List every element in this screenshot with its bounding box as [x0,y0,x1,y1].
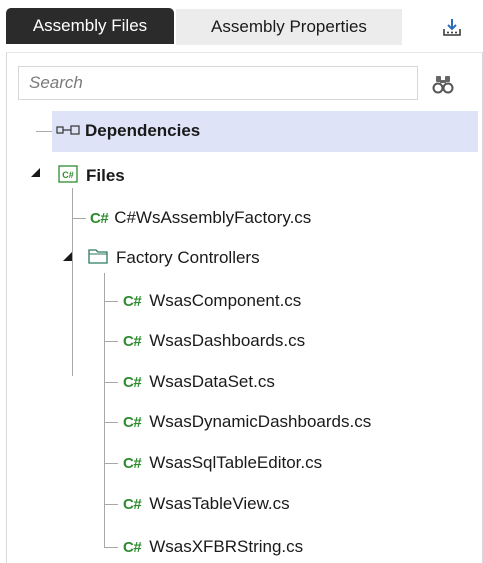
dependency-link-icon [56,121,80,141]
csharp-file-icon: C# [123,495,142,513]
tree-connector [104,504,118,505]
tree-item-label: WsasDynamicDashboards.cs [149,412,372,431]
tree-connector [104,301,118,302]
tree-item-label: C#WsAssemblyFactory.cs [114,208,312,227]
tree-item-label: WsasSqlTableEditor.cs [149,453,323,472]
tree-item-label: WsasComponent.cs [149,291,302,310]
tree-connector [104,273,105,548]
download-tray-icon[interactable] [437,13,467,41]
csharp-file-icon: C# [123,292,142,310]
tab-assembly-properties[interactable]: Assembly Properties [176,9,402,45]
tree-connector [36,131,52,132]
tree-item-file[interactable]: C# C#WsAssemblyFactory.cs [90,206,311,230]
file-tree: Dependencies C# Files C# C#WsAssemblyFac… [16,108,478,559]
tree-item-folder-factory-controllers[interactable]: Factory Controllers [88,246,260,270]
tree-item-files[interactable]: C# Files [58,164,125,188]
binoculars-icon[interactable] [428,70,458,98]
folder-icon [88,247,108,270]
expand-arrow-icon[interactable] [63,252,72,261]
tree-item-file[interactable]: C# WsasTableView.cs [123,492,290,516]
tree-item-label: WsasDataSet.cs [149,372,275,391]
tree-item-file[interactable]: C# WsasDynamicDashboards.cs [123,410,371,434]
tree-connector [104,463,118,464]
svg-text:C#: C# [62,170,74,180]
tree-item-label: WsasTableView.cs [149,494,290,513]
csharp-file-icon: C# [123,538,142,556]
tree-connector [104,341,118,342]
tree-item-label: Dependencies [85,121,201,140]
tab-label: Assembly Properties [211,17,367,36]
csharp-file-icon: C# [90,209,109,227]
search-input[interactable] [18,66,418,100]
csharp-file-icon: C# [123,373,142,391]
csharp-file-icon: C# [123,332,142,350]
expand-arrow-icon[interactable] [31,168,40,177]
csharp-project-icon: C# [58,164,78,188]
tree-connector [104,547,118,548]
tab-assembly-files[interactable]: Assembly Files [6,8,174,44]
tree-connector [72,188,73,376]
tree-item-label: Files [86,166,125,185]
tree-item-file[interactable]: C# WsasXFBRString.cs [123,535,303,559]
tree-item-dependencies[interactable]: Dependencies [56,119,200,143]
tree-item-file[interactable]: C# WsasComponent.cs [123,289,301,313]
tree-item-label: WsasDashboards.cs [149,331,306,350]
tab-label: Assembly Files [32,16,148,35]
tree-item-label: WsasXFBRString.cs [149,537,304,556]
tree-connector [72,218,86,219]
tree-item-file[interactable]: C# WsasSqlTableEditor.cs [123,451,322,475]
tab-bar: Assembly Files Assembly Properties [0,0,483,52]
csharp-file-icon: C# [123,413,142,431]
tree-item-file[interactable]: C# WsasDashboards.cs [123,329,305,353]
csharp-file-icon: C# [123,454,142,472]
tree-item-label: Factory Controllers [116,248,260,267]
tree-connector [104,422,118,423]
tree-item-file[interactable]: C# WsasDataSet.cs [123,370,275,394]
tree-connector [104,382,118,383]
